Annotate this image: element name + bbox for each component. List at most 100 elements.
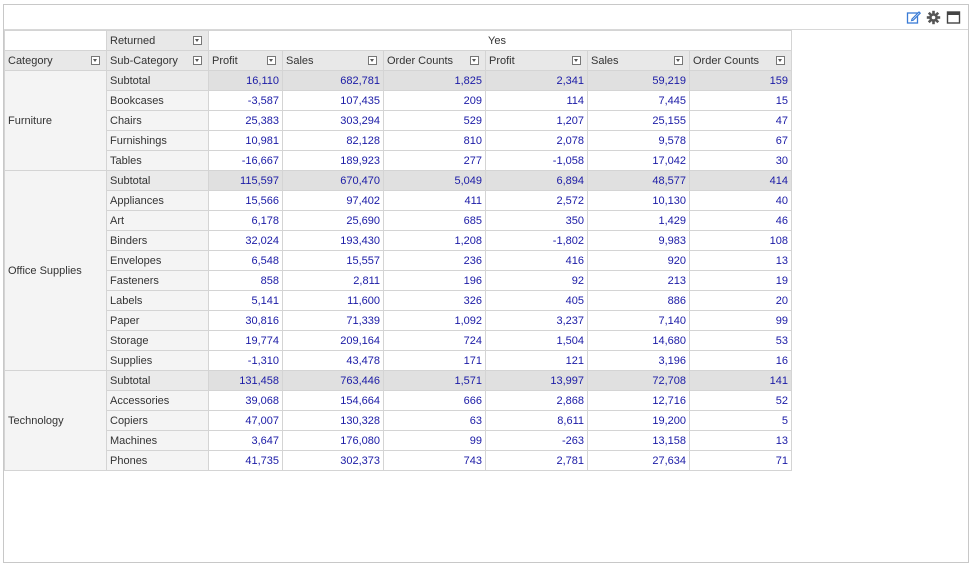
value-cell: 724 <box>383 330 486 351</box>
sub-category-cell: Storage <box>106 330 209 351</box>
value-cell: 2,781 <box>485 450 588 471</box>
table-row: Copiers 47,007 130,328 63 8,611 19,200 5 <box>5 410 792 431</box>
table-row: Furniture Subtotal 16,110 682,781 1,825 2,341… <box>4 70 792 171</box>
value-cell: 53 <box>689 330 792 351</box>
value-cell: 7,445 <box>587 90 690 111</box>
value-cell: 5,049 <box>383 170 486 191</box>
value-cell: 10,981 <box>208 130 283 151</box>
sub-category-cell: Accessories <box>106 390 209 411</box>
value-cell: 11,600 <box>282 290 384 311</box>
value-cell: 43,478 <box>282 350 384 371</box>
value-cell: 47,007 <box>208 410 283 431</box>
value-cell: 1,429 <box>587 210 690 231</box>
table-row: Labels 5,141 11,600 326 405 886 20 <box>5 290 792 311</box>
value-cell: 10,130 <box>587 190 690 211</box>
value-cell: 670,470 <box>282 170 384 191</box>
value-cell: 39,068 <box>208 390 283 411</box>
value-cell: 131,458 <box>208 370 283 391</box>
value-cell: 14,680 <box>587 330 690 351</box>
value-cell: 7,140 <box>587 310 690 331</box>
value-cell: 9,578 <box>587 130 690 151</box>
sub-category-cell: Art <box>106 210 209 231</box>
value-cell: 666 <box>383 390 486 411</box>
value-cell: 27,634 <box>587 450 690 471</box>
sub-category-cell: Binders <box>106 230 209 251</box>
returned-field-header[interactable]: Returned <box>106 30 209 51</box>
measure-header-sales[interactable]: Sales <box>282 50 384 71</box>
sort-dropdown-icon[interactable] <box>470 56 479 65</box>
value-cell: 154,664 <box>282 390 384 411</box>
edit-icon[interactable] <box>906 10 921 25</box>
sub-category-cell: Envelopes <box>106 250 209 271</box>
value-cell: 130,328 <box>282 410 384 431</box>
value-cell: 48,577 <box>587 170 690 191</box>
table-row: Envelopes 6,548 15,557 236 416 920 13 <box>5 250 792 271</box>
category-filter-dropdown-icon[interactable] <box>91 56 100 65</box>
value-cell: 350 <box>485 210 588 231</box>
value-cell: 19,200 <box>587 410 690 431</box>
value-cell: 5,141 <box>208 290 283 311</box>
value-cell: 920 <box>587 250 690 271</box>
subtotal-label-cell: Subtotal <box>106 370 209 391</box>
value-cell: 141 <box>689 370 792 391</box>
sub-category-cell: Paper <box>106 310 209 331</box>
sort-dropdown-icon[interactable] <box>572 56 581 65</box>
maximize-icon[interactable] <box>946 10 961 25</box>
column-field-row: Returned Yes <box>4 30 792 51</box>
measure-header-order-counts[interactable]: Order Counts <box>383 50 486 71</box>
value-cell: 16 <box>689 350 792 371</box>
value-cell: 5 <box>689 410 792 431</box>
value-cell: 3,647 <box>208 430 283 451</box>
value-cell: 52 <box>689 390 792 411</box>
value-cell: 2,868 <box>485 390 588 411</box>
value-cell: 41,735 <box>208 450 283 471</box>
returned-filter-dropdown-icon[interactable] <box>193 36 202 45</box>
value-cell: 71,339 <box>282 310 384 331</box>
value-cell: 99 <box>689 310 792 331</box>
table-row: Phones 41,735 302,373 743 2,781 27,634 71 <box>5 450 792 471</box>
table-row: Binders 32,024 193,430 1,208 -1,802 9,983 108 <box>5 230 792 251</box>
measure-header-profit-yes[interactable]: Profit <box>485 50 588 71</box>
table-row: Office Supplies Subtotal 115,597 670,470 5,0… <box>4 170 792 371</box>
measure-header-order-counts-yes[interactable]: Order Counts <box>689 50 792 71</box>
table-row: Appliances 15,566 97,402 411 2,572 10,130 40 <box>5 190 792 211</box>
sort-dropdown-icon[interactable] <box>368 56 377 65</box>
value-cell: 13,158 <box>587 430 690 451</box>
table-row: Art 6,178 25,690 685 350 1,429 46 <box>5 210 792 231</box>
measure-header-sales-yes[interactable]: Sales <box>587 50 690 71</box>
table-row: Machines 3,647 176,080 99 -263 13,158 13 <box>5 430 792 451</box>
table-row: Furnishings 10,981 82,128 810 2,078 9,578 67 <box>5 130 792 151</box>
sort-dropdown-icon[interactable] <box>776 56 785 65</box>
value-cell: 20 <box>689 290 792 311</box>
value-cell: 25,155 <box>587 110 690 131</box>
value-cell: -1,802 <box>485 230 588 251</box>
sub-category-cell: Tables <box>106 150 209 171</box>
value-cell: 414 <box>689 170 792 191</box>
table-row: Supplies -1,310 43,478 171 121 3,196 16 <box>5 350 792 371</box>
measure-header-profit[interactable]: Profit <box>208 50 283 71</box>
category-header-label: Category <box>8 54 53 67</box>
value-cell: 97,402 <box>282 190 384 211</box>
category-header[interactable]: Category <box>4 50 107 71</box>
value-cell: -1,058 <box>485 150 588 171</box>
sub-category-cell: Supplies <box>106 350 209 371</box>
sub-category-filter-dropdown-icon[interactable] <box>193 56 202 65</box>
sort-dropdown-icon[interactable] <box>267 56 276 65</box>
category-cell: Furniture <box>4 70 107 171</box>
value-cell: 71 <box>689 450 792 471</box>
value-cell: 858 <box>208 270 283 291</box>
value-cell: 115,597 <box>208 170 283 191</box>
sub-category-cell: Chairs <box>106 110 209 131</box>
value-cell: 47 <box>689 110 792 131</box>
value-cell: 1,208 <box>383 230 486 251</box>
sub-category-header[interactable]: Sub-Category <box>106 50 209 71</box>
pivot-widget: Returned Yes Category Sub-Category Profi… <box>3 4 969 563</box>
column-group-header: Yes <box>208 30 792 51</box>
value-cell: 1,504 <box>485 330 588 351</box>
sort-dropdown-icon[interactable] <box>674 56 683 65</box>
gear-icon[interactable] <box>926 10 941 25</box>
value-cell: 108 <box>689 230 792 251</box>
sub-category-cell: Appliances <box>106 190 209 211</box>
value-cell: 15,557 <box>282 250 384 271</box>
sub-category-cell: Fasteners <box>106 270 209 291</box>
